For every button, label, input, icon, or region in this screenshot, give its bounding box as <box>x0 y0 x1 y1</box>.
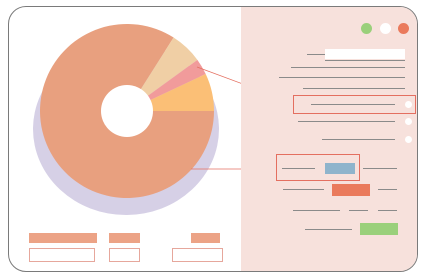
text-line <box>363 168 397 169</box>
radio-button[interactable] <box>405 136 412 143</box>
blue-field[interactable] <box>325 163 355 174</box>
detail-panel <box>241 7 417 271</box>
text-line <box>311 104 395 105</box>
legend-bar <box>29 233 97 243</box>
legend-bar <box>191 233 220 243</box>
status-dot-red[interactable] <box>398 23 409 34</box>
text-line <box>283 189 324 190</box>
text-line <box>293 210 340 211</box>
text-line <box>282 168 315 169</box>
legend-field[interactable] <box>109 248 140 262</box>
legend-bar <box>109 233 140 243</box>
text-line <box>305 229 352 230</box>
radio-button[interactable] <box>405 101 412 108</box>
text-line <box>279 77 405 78</box>
text-line <box>378 189 397 190</box>
text-line <box>298 121 395 122</box>
green-button[interactable] <box>360 223 398 235</box>
text-line <box>325 60 405 61</box>
pie-center-hole <box>101 85 153 137</box>
text-line <box>378 210 397 211</box>
status-dot-green[interactable] <box>361 23 372 34</box>
legend-field[interactable] <box>172 248 223 262</box>
text-line <box>303 88 405 89</box>
text-line <box>322 139 395 140</box>
text-line <box>307 54 325 55</box>
legend-field[interactable] <box>29 248 95 262</box>
radio-button[interactable] <box>405 118 412 125</box>
title-placeholder <box>325 49 405 59</box>
orange-field[interactable] <box>332 184 370 196</box>
app-window <box>8 6 418 272</box>
text-line <box>291 67 405 68</box>
status-dot-white[interactable] <box>380 23 391 34</box>
text-line <box>349 210 368 211</box>
